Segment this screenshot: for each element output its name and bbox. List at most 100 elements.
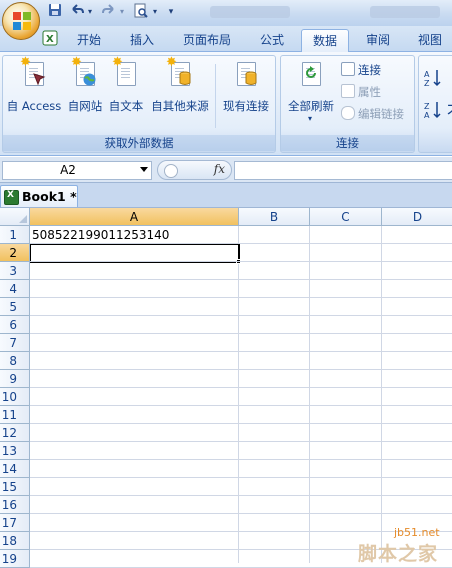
from-access-label: 自 Access bbox=[6, 99, 62, 113]
svg-text:A: A bbox=[424, 70, 430, 79]
access-database-icon: ✸ bbox=[20, 56, 46, 88]
row-header-19[interactable]: 19 bbox=[0, 550, 30, 568]
column-header-a[interactable]: A bbox=[30, 208, 239, 226]
sort-ascending-icon[interactable]: AZ bbox=[424, 68, 444, 88]
column-header-d[interactable]: D bbox=[382, 208, 452, 226]
existing-connections-label: 现有连接 bbox=[223, 99, 269, 113]
row-header-16[interactable]: 16 bbox=[0, 496, 30, 514]
worksheet-grid[interactable]: A B C D 508522199011253140 1 2 3 4 5 6 7 8 9 10 11… bbox=[0, 208, 452, 568]
active-cell-a2[interactable] bbox=[29, 243, 240, 263]
name-box[interactable]: A2 bbox=[2, 161, 152, 180]
refresh-icon bbox=[299, 60, 323, 88]
svg-text:Z: Z bbox=[424, 102, 430, 111]
preview-dropdown-icon[interactable]: ▾ bbox=[151, 3, 159, 21]
excel-app-icon: X bbox=[42, 30, 58, 46]
row-header-12[interactable]: 12 bbox=[0, 424, 30, 442]
row-header-15[interactable]: 15 bbox=[0, 478, 30, 496]
tab-formulas[interactable]: 公式 bbox=[249, 29, 295, 52]
save-icon[interactable] bbox=[46, 3, 64, 21]
cancel-icon[interactable] bbox=[164, 164, 178, 178]
undo-icon[interactable] bbox=[68, 3, 86, 21]
group-connections: 全部刷新 ▾ 连接 属性 编辑链接 连接 bbox=[280, 55, 415, 153]
customize-quick-access-icon[interactable]: ▾ bbox=[166, 3, 176, 21]
gridline bbox=[30, 423, 452, 424]
from-web-label: 自网站 bbox=[67, 99, 103, 113]
redo-icon[interactable] bbox=[100, 3, 118, 21]
watermark-name: 脚本之家 bbox=[358, 543, 439, 565]
workbook-tab[interactable]: Book1 * bbox=[0, 185, 78, 207]
column-header-c[interactable]: C bbox=[310, 208, 382, 226]
gridline bbox=[30, 369, 452, 370]
row-header-18[interactable]: 18 bbox=[0, 532, 30, 550]
sort-text-fragment: 才 bbox=[447, 96, 452, 120]
undo-dropdown-icon[interactable]: ▾ bbox=[86, 3, 94, 21]
database-icon: ✸ bbox=[166, 56, 192, 88]
office-logo-icon bbox=[13, 12, 31, 30]
tab-data[interactable]: 数据 bbox=[301, 29, 349, 53]
print-preview-icon[interactable] bbox=[132, 3, 150, 21]
gridline bbox=[30, 279, 452, 280]
row-header-11[interactable]: 11 bbox=[0, 406, 30, 424]
row-header-14[interactable]: 14 bbox=[0, 460, 30, 478]
refresh-dropdown-icon[interactable]: ▾ bbox=[308, 114, 312, 123]
refresh-all-button[interactable]: 全部刷新 ▾ bbox=[283, 58, 339, 123]
row-header-3[interactable]: 3 bbox=[0, 262, 30, 280]
sort-descending-icon[interactable]: ZA bbox=[424, 100, 444, 120]
workbook-tab-bar: Book1 * bbox=[0, 183, 452, 208]
connections-icon bbox=[341, 62, 355, 76]
gridline bbox=[30, 243, 452, 244]
row-header-1[interactable]: 1 bbox=[0, 226, 30, 244]
from-access-button[interactable]: ✸ 自 Access bbox=[3, 56, 65, 122]
edit-links-button[interactable]: 编辑链接 bbox=[341, 105, 404, 123]
gridline bbox=[30, 405, 452, 406]
edit-links-label: 编辑链接 bbox=[358, 107, 404, 121]
row-header-2[interactable]: 2 bbox=[0, 244, 30, 262]
group-divider bbox=[215, 64, 216, 128]
insert-function-button[interactable]: fx bbox=[214, 162, 225, 176]
gridline bbox=[30, 297, 452, 298]
row-header-17[interactable]: 17 bbox=[0, 514, 30, 532]
gridline bbox=[30, 441, 452, 442]
ribbon-panel: ✸ 自 Access ✸ 自网站 ✸ 自文本 ✸ 自其他来源 现有连接 获取外部… bbox=[0, 52, 452, 156]
tab-insert[interactable]: 插入 bbox=[119, 29, 165, 52]
column-header-b[interactable]: B bbox=[239, 208, 310, 226]
formula-bar: A2 fx bbox=[0, 157, 452, 183]
from-web-button[interactable]: ✸ 自网站 bbox=[65, 56, 105, 122]
group-sort-filter: AZ ZA 才 bbox=[418, 55, 452, 153]
row-header-8[interactable]: 8 bbox=[0, 352, 30, 370]
row-header-10[interactable]: 10 bbox=[0, 388, 30, 406]
gridline bbox=[30, 351, 452, 352]
row-header-7[interactable]: 7 bbox=[0, 334, 30, 352]
title-bar: ▾ ▾ ▾ ▾ bbox=[0, 0, 452, 26]
name-box-value: A2 bbox=[60, 163, 76, 177]
row-header-6[interactable]: 6 bbox=[0, 316, 30, 334]
row-header-9[interactable]: 9 bbox=[0, 370, 30, 388]
cell-a1[interactable]: 508522199011253140 bbox=[30, 226, 238, 244]
from-other-sources-button[interactable]: ✸ 自其他来源 bbox=[147, 56, 213, 122]
tab-view[interactable]: 视图 bbox=[407, 29, 452, 52]
tab-review[interactable]: 审阅 bbox=[355, 29, 401, 52]
select-all-button[interactable] bbox=[0, 208, 30, 226]
group-connections-label: 连接 bbox=[281, 135, 414, 151]
gridline bbox=[30, 477, 452, 478]
connections-label: 连接 bbox=[358, 63, 381, 77]
properties-button[interactable]: 属性 bbox=[341, 83, 381, 101]
connections-button[interactable]: 连接 bbox=[341, 61, 381, 79]
redo-dropdown-icon[interactable]: ▾ bbox=[118, 3, 126, 21]
globe-icon: ✸ bbox=[71, 56, 97, 88]
tab-page-layout[interactable]: 页面布局 bbox=[174, 29, 240, 52]
row-header-13[interactable]: 13 bbox=[0, 442, 30, 460]
window-title bbox=[210, 6, 290, 18]
properties-label: 属性 bbox=[358, 85, 381, 99]
properties-icon bbox=[341, 84, 355, 98]
window-controls bbox=[370, 6, 440, 18]
row-header-4[interactable]: 4 bbox=[0, 280, 30, 298]
office-button[interactable] bbox=[2, 2, 40, 40]
existing-connections-button[interactable]: 现有连接 bbox=[217, 58, 275, 122]
gridline bbox=[30, 261, 452, 262]
from-text-button[interactable]: ✸ 自文本 bbox=[105, 56, 147, 122]
chevron-down-icon[interactable] bbox=[140, 167, 148, 172]
tab-home[interactable]: 开始 bbox=[66, 29, 112, 52]
formula-input[interactable] bbox=[234, 161, 452, 180]
row-header-5[interactable]: 5 bbox=[0, 298, 30, 316]
